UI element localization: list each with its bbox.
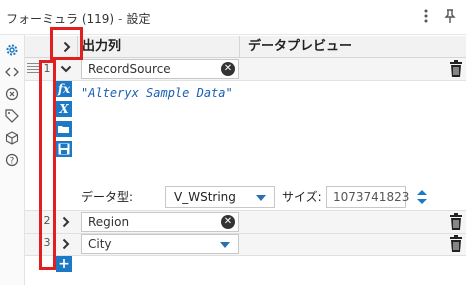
code-icon[interactable] bbox=[5, 65, 19, 79]
trash-icon[interactable] bbox=[449, 60, 463, 78]
field-value: City bbox=[88, 237, 112, 251]
size-stepper[interactable] bbox=[410, 185, 434, 209]
panel-title: フォーミュラ (119) - 設定 bbox=[6, 12, 151, 26]
trash-icon[interactable] bbox=[449, 235, 463, 253]
vertical-dots-icon[interactable] bbox=[418, 8, 434, 24]
clear-icon[interactable]: ✕ bbox=[221, 62, 235, 76]
title-bar: フォーミュラ (119) - 設定 bbox=[0, 0, 466, 35]
close-circle-icon[interactable] bbox=[5, 87, 19, 101]
expression-editor[interactable]: "Alteryx Sample Data" bbox=[81, 86, 233, 100]
field-value: RecordSource bbox=[88, 62, 171, 76]
save-icon[interactable] bbox=[56, 141, 72, 157]
data-type-label: データ型: bbox=[81, 190, 134, 204]
header-data-preview[interactable]: データプレビュー bbox=[239, 36, 466, 57]
open-folder-icon[interactable] bbox=[56, 121, 72, 137]
tag-icon[interactable] bbox=[5, 109, 19, 123]
row-divider bbox=[25, 255, 466, 256]
data-type-bar: データ型: V_WString サイズ: 1073741823 bbox=[77, 184, 466, 210]
help-icon[interactable]: ? bbox=[5, 153, 19, 167]
chevron-right-icon[interactable] bbox=[58, 234, 74, 254]
pin-icon[interactable] bbox=[442, 8, 458, 24]
chevron-right-icon[interactable] bbox=[58, 212, 74, 232]
sidebar: ? bbox=[0, 35, 25, 285]
function-icon[interactable]: fx bbox=[56, 81, 72, 97]
field-value: Region bbox=[88, 215, 130, 229]
data-type-select[interactable]: V_WString bbox=[165, 186, 275, 208]
dropdown-caret-icon bbox=[256, 195, 266, 201]
field-select-city[interactable]: City bbox=[81, 234, 239, 254]
size-input[interactable]: 1073741823 bbox=[326, 186, 409, 208]
field-input-record-source[interactable]: RecordSource ✕ bbox=[81, 59, 239, 79]
row-number: 2 bbox=[43, 214, 51, 227]
trash-icon[interactable] bbox=[449, 213, 463, 231]
dropdown-caret-icon bbox=[220, 242, 230, 248]
panel-subtitle: 設定 bbox=[126, 12, 151, 26]
field-input-region[interactable]: Region ✕ bbox=[81, 212, 239, 232]
gear-icon[interactable] bbox=[5, 43, 19, 57]
formula-grid: 出力列 データプレビュー 1 RecordSource ✕ fx X "Alte… bbox=[25, 36, 466, 285]
chevron-down-icon[interactable] bbox=[58, 59, 74, 79]
grid-header: 出力列 データプレビュー bbox=[25, 36, 466, 58]
cube-icon[interactable] bbox=[5, 131, 19, 145]
data-type-value: V_WString bbox=[174, 190, 236, 204]
header-output-column[interactable]: 出力列 bbox=[77, 36, 239, 57]
size-label: サイズ: bbox=[282, 190, 322, 204]
row-number: 3 bbox=[43, 236, 51, 249]
panel-title-text: フォーミュラ (119) bbox=[6, 12, 115, 26]
variable-icon[interactable]: X bbox=[56, 101, 72, 117]
expand-all-button[interactable] bbox=[56, 36, 77, 57]
row-number: 1 bbox=[43, 62, 51, 75]
add-row-button[interactable]: + bbox=[56, 256, 72, 272]
drag-handle-icon[interactable] bbox=[27, 63, 39, 73]
clear-icon[interactable]: ✕ bbox=[221, 215, 235, 229]
svg-text:?: ? bbox=[10, 156, 15, 166]
